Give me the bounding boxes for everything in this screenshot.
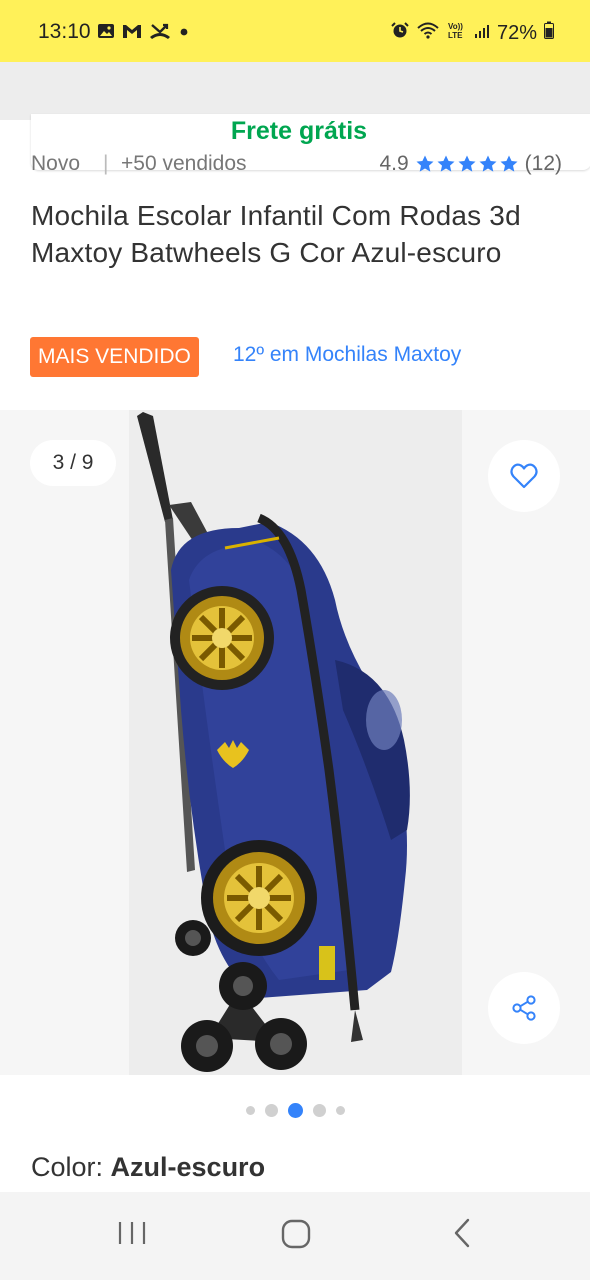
star-icon [479, 155, 497, 172]
pagination-dot[interactable] [264, 1104, 278, 1117]
back-button[interactable] [446, 1216, 480, 1255]
status-time: 13:10 [38, 20, 91, 43]
pagination-dot[interactable] [312, 1104, 326, 1117]
svg-text:LTE: LTE [448, 31, 463, 40]
notification-icons [97, 22, 191, 45]
best-seller-badge: MAIS VENDIDO [30, 337, 199, 377]
gmail-icon [121, 22, 143, 45]
star-icon [416, 155, 434, 172]
battery-percent: 72% [496, 21, 537, 44]
status-bar: 13:10 Vo)) LTE 72% [0, 0, 590, 62]
rating-summary[interactable]: 4.9 (12) [379, 152, 562, 176]
meta-separator: | [103, 152, 109, 175]
color-variant: Color: Azul-escuro [31, 1152, 265, 1183]
pagination-dot-active[interactable] [287, 1103, 303, 1118]
shipping-band: Frete grátis [0, 62, 590, 170]
recents-button[interactable] [115, 1216, 149, 1255]
share-icon [512, 995, 536, 1021]
star-icon [437, 155, 455, 172]
system-icons: Vo)) LTE 72% [391, 20, 554, 46]
rating-stars [415, 154, 519, 174]
back-icon [454, 1218, 470, 1248]
star-icon [458, 155, 476, 172]
system-nav-bar [0, 1192, 590, 1280]
product-meta: Novo | +50 vendidos 4.9 (12) [31, 152, 562, 182]
heart-icon [510, 463, 538, 489]
review-count: (12) [524, 152, 562, 175]
product-title: Mochila Escolar Infantil Com Rodas 3d Ma… [31, 200, 521, 268]
star-icon [500, 155, 518, 172]
product-gallery[interactable]: 3 / 9 [0, 410, 590, 1075]
free-shipping-label: Frete grátis [230, 117, 368, 145]
sold-count: +50 vendidos [121, 152, 247, 175]
alarm-icon [391, 21, 409, 45]
category-ranking-link[interactable]: 12º em Mochilas Maxtoy [233, 343, 461, 367]
color-label: Color: [31, 1152, 111, 1182]
battery-icon [544, 21, 554, 45]
product-image[interactable] [129, 410, 462, 1075]
image-counter: 3 / 9 [30, 440, 116, 486]
share-button[interactable] [488, 972, 560, 1044]
favorite-button[interactable] [488, 440, 560, 512]
signal-icon [474, 22, 490, 45]
dot-icon [177, 22, 191, 45]
recents-icon [118, 1222, 146, 1244]
color-value: Azul-escuro [110, 1152, 266, 1182]
svg-text:Vo)): Vo)) [448, 22, 463, 31]
home-button[interactable] [279, 1216, 313, 1255]
gallery-icon [97, 22, 115, 45]
home-icon [281, 1219, 311, 1249]
pagination-dot[interactable] [335, 1106, 345, 1115]
rating-value: 4.9 [379, 152, 409, 175]
volte-icon: Vo)) LTE [447, 20, 467, 46]
missed-call-icon [149, 22, 171, 45]
wifi-calling-icon [416, 21, 440, 45]
pagination-dot[interactable] [245, 1106, 255, 1115]
gallery-pagination [0, 1103, 590, 1118]
condition-label: Novo [31, 152, 81, 175]
